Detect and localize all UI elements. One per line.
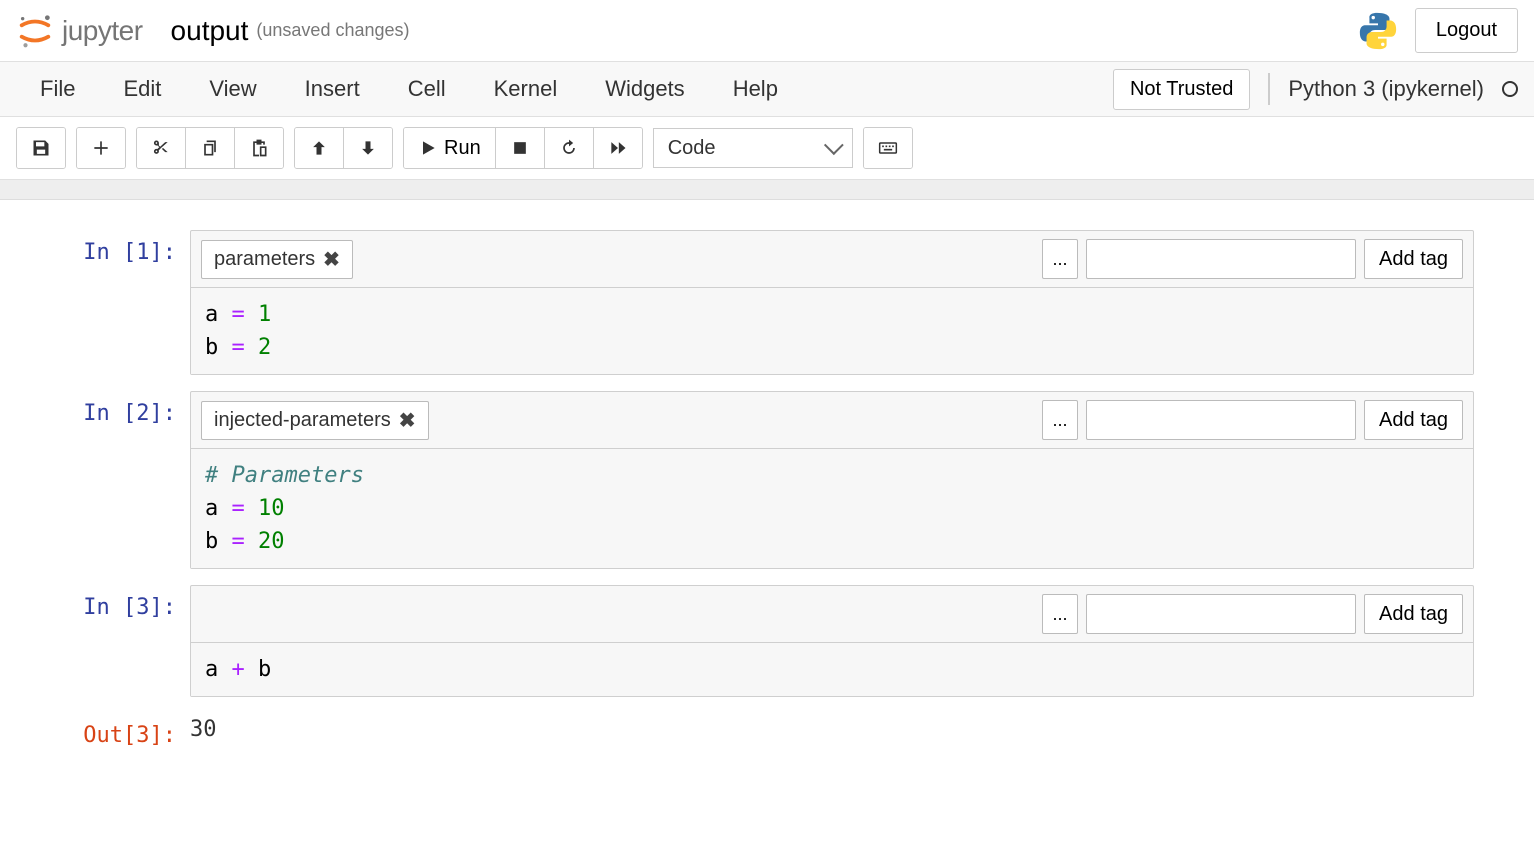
cut-button[interactable] xyxy=(137,128,186,168)
menu-view[interactable]: View xyxy=(185,68,280,110)
paste-button[interactable] xyxy=(235,128,283,168)
move-down-button[interactable] xyxy=(344,128,392,168)
add-tag-button[interactable]: Add tag xyxy=(1364,400,1463,440)
input-prompt: In [3]: xyxy=(40,585,190,697)
toolbar-bottom-strip xyxy=(0,180,1534,200)
paste-icon xyxy=(249,138,269,158)
notebook-header: jupyter output (unsaved changes) Logout xyxy=(0,0,1534,62)
copy-button[interactable] xyxy=(186,128,235,168)
save-icon xyxy=(31,138,51,158)
notebook-container: In [1]: parameters ✖ ... Add tag a = 1 b… xyxy=(0,200,1534,778)
python-logo-icon xyxy=(1357,10,1399,52)
move-up-button[interactable] xyxy=(295,128,344,168)
tag-remove-icon[interactable]: ✖ xyxy=(323,247,340,272)
stop-icon xyxy=(510,138,530,158)
notebook-title[interactable]: output xyxy=(171,15,249,47)
kernel-name-label[interactable]: Python 3 (ipykernel) xyxy=(1288,76,1484,102)
menu-kernel[interactable]: Kernel xyxy=(470,68,582,110)
toolbar: Run Code xyxy=(0,117,1534,180)
tag-input[interactable] xyxy=(1086,594,1356,634)
jupyter-orbit-icon xyxy=(16,12,54,50)
restart-icon xyxy=(559,138,579,158)
jupyter-brand-text: jupyter xyxy=(62,15,143,47)
keyboard-icon xyxy=(878,138,898,158)
output-row: Out[3]: 30 xyxy=(40,713,1474,748)
menu-widgets[interactable]: Widgets xyxy=(581,68,708,110)
run-label: Run xyxy=(444,137,481,160)
tag-input[interactable] xyxy=(1086,239,1356,279)
tag-more-button[interactable]: ... xyxy=(1042,400,1078,440)
restart-run-all-button[interactable] xyxy=(594,128,642,168)
menu-insert[interactable]: Insert xyxy=(281,68,384,110)
arrow-up-icon xyxy=(309,138,329,158)
code-cell[interactable]: In [2]: injected-parameters ✖ ... Add ta… xyxy=(40,391,1474,569)
menubar: File Edit View Insert Cell Kernel Widget… xyxy=(0,62,1534,117)
code-cell[interactable]: In [1]: parameters ✖ ... Add tag a = 1 b… xyxy=(40,230,1474,375)
output-prompt: Out[3]: xyxy=(40,713,190,748)
scissors-icon xyxy=(151,138,171,158)
code-input-area[interactable]: # Parameters a = 10 b = 20 xyxy=(191,449,1473,568)
menu-cell[interactable]: Cell xyxy=(384,68,470,110)
kernel-idle-indicator-icon xyxy=(1502,81,1518,97)
output-text: 30 xyxy=(190,713,217,748)
restart-button[interactable] xyxy=(545,128,594,168)
cell-type-value: Code xyxy=(668,137,716,160)
run-button[interactable]: Run xyxy=(404,128,496,168)
cell-tag: parameters ✖ xyxy=(201,240,353,279)
plus-icon xyxy=(91,138,111,158)
trust-button[interactable]: Not Trusted xyxy=(1113,69,1250,110)
code-input-area[interactable]: a + b xyxy=(191,643,1473,696)
tag-label: parameters xyxy=(214,248,315,271)
add-tag-button[interactable]: Add tag xyxy=(1364,239,1463,279)
menu-help[interactable]: Help xyxy=(709,68,802,110)
arrow-down-icon xyxy=(358,138,378,158)
tag-row: ... Add tag xyxy=(191,586,1473,643)
code-cell[interactable]: In [3]: ... Add tag a + b xyxy=(40,585,1474,697)
cell-type-select[interactable]: Code xyxy=(653,128,853,168)
input-prompt: In [2]: xyxy=(40,391,190,569)
copy-icon xyxy=(200,138,220,158)
tag-label: injected-parameters xyxy=(214,409,391,432)
tag-input[interactable] xyxy=(1086,400,1356,440)
insert-cell-button[interactable] xyxy=(77,128,125,168)
save-button[interactable] xyxy=(17,128,65,168)
code-input-area[interactable]: a = 1 b = 2 xyxy=(191,288,1473,374)
logout-button[interactable]: Logout xyxy=(1415,8,1518,53)
jupyter-logo[interactable]: jupyter xyxy=(16,12,143,50)
kernel-separator xyxy=(1268,73,1270,105)
menu-file[interactable]: File xyxy=(16,68,99,110)
fast-forward-icon xyxy=(608,138,628,158)
add-tag-button[interactable]: Add tag xyxy=(1364,594,1463,634)
play-icon xyxy=(418,138,438,158)
unsaved-changes-label: (unsaved changes) xyxy=(256,20,409,41)
menu-edit[interactable]: Edit xyxy=(99,68,185,110)
interrupt-button[interactable] xyxy=(496,128,545,168)
command-palette-button[interactable] xyxy=(864,128,912,168)
tag-more-button[interactable]: ... xyxy=(1042,239,1078,279)
tag-remove-icon[interactable]: ✖ xyxy=(399,408,416,433)
cell-tag: injected-parameters ✖ xyxy=(201,401,429,440)
tag-more-button[interactable]: ... xyxy=(1042,594,1078,634)
tag-row: parameters ✖ ... Add tag xyxy=(191,231,1473,288)
tag-row: injected-parameters ✖ ... Add tag xyxy=(191,392,1473,449)
input-prompt: In [1]: xyxy=(40,230,190,375)
